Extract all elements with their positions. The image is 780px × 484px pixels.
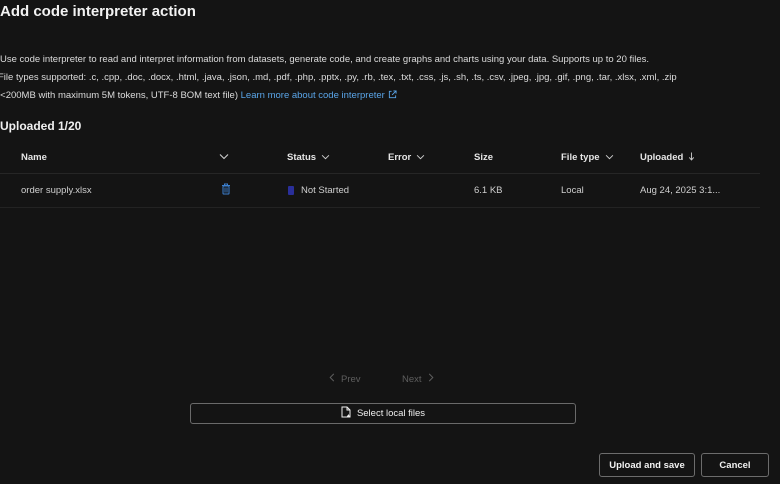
dialog-title: Add code interpreter action (0, 3, 196, 20)
column-header-status-label: Status (287, 152, 317, 163)
column-header-size[interactable]: Size (474, 142, 493, 173)
select-local-files-label: Select local files (356, 408, 426, 419)
chevron-down-icon (219, 152, 229, 163)
description-line-1: Use code interpreter to read and interpr… (0, 54, 650, 65)
column-header-error-label: Error (388, 152, 412, 163)
pagination: Prev Next (0, 373, 780, 389)
prev-page-label: Prev (341, 373, 361, 385)
description-line-2: File types supported: .c, .cpp, .doc, .d… (0, 72, 677, 83)
file-size: 6.1 KB (474, 185, 503, 196)
select-all-chevron[interactable] (219, 142, 229, 173)
status-indicator-icon (288, 186, 294, 195)
file-status-label: Not Started (301, 185, 350, 196)
chevron-down-icon (416, 152, 425, 163)
files-table: Name Status Error Size File type Uploade (0, 142, 760, 208)
file-name: order supply.xlsx (21, 185, 92, 196)
learn-more-link[interactable]: Learn more about code interpreter (241, 90, 397, 101)
table-row[interactable]: order supply.xlsx Not Started 6.1 KB Loc… (0, 174, 760, 208)
file-type: Local (561, 185, 584, 196)
file-uploaded-date: Aug 24, 2025 3:1... (640, 185, 721, 196)
column-header-file-type-label: File type (561, 152, 600, 163)
cancel-label: Cancel (719, 459, 751, 471)
code-interpreter-dialog: Add code interpreter action Use code int… (0, 0, 780, 484)
chevron-down-icon (321, 152, 330, 163)
dialog-description: Use code interpreter to read and interpr… (0, 51, 700, 106)
next-page-button[interactable]: Next (402, 373, 434, 385)
upload-and-save-label: Upload and save (609, 459, 685, 471)
column-header-error[interactable]: Error (388, 142, 425, 173)
trash-icon (221, 183, 231, 198)
prev-page-button[interactable]: Prev (329, 373, 361, 385)
external-link-icon (388, 88, 397, 106)
column-header-file-type[interactable]: File type (561, 142, 614, 173)
learn-more-link-label: Learn more about code interpreter (240, 90, 385, 101)
file-status: Not Started (288, 174, 349, 207)
table-header: Name Status Error Size File type Uploade (0, 142, 760, 174)
uploaded-count: Uploaded 1/20 (0, 119, 82, 133)
column-header-uploaded[interactable]: Uploaded (640, 142, 695, 173)
arrow-down-icon (688, 151, 695, 164)
description-line-3: (<200MB with maximum 5M tokens, UTF-8 BO… (0, 87, 700, 106)
delete-file-button[interactable] (221, 174, 231, 207)
document-icon (341, 406, 351, 421)
column-header-name-label: Name (21, 152, 47, 163)
chevron-right-icon (428, 373, 434, 385)
cancel-button[interactable]: Cancel (701, 453, 769, 477)
chevron-left-icon (329, 373, 335, 385)
description-line-3-text: (<200MB with maximum 5M tokens, UTF-8 BO… (0, 90, 238, 101)
chevron-down-icon (605, 152, 614, 163)
upload-and-save-button[interactable]: Upload and save (599, 453, 695, 477)
column-header-status[interactable]: Status (287, 142, 330, 173)
column-header-uploaded-label: Uploaded (640, 152, 684, 163)
column-header-name[interactable]: Name (21, 142, 47, 173)
column-header-size-label: Size (474, 152, 494, 163)
next-page-label: Next (402, 373, 422, 385)
select-local-files-button[interactable]: Select local files (190, 403, 576, 424)
